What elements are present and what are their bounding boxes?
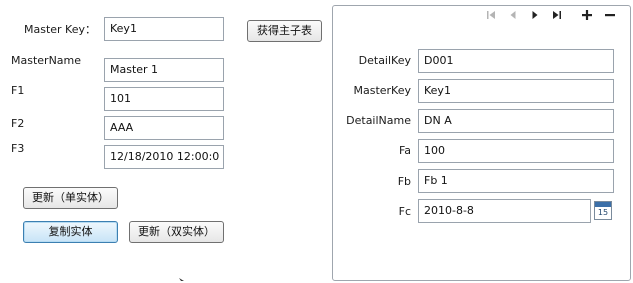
fc-label: Fc <box>398 205 411 218</box>
next-page-icon[interactable] <box>528 8 542 22</box>
update-single-entity-button[interactable]: 更新（单实体） <box>23 187 118 209</box>
fa-input[interactable]: 100 <box>418 139 614 163</box>
fc-date-input[interactable]: 2010-8-8 <box>418 199 591 223</box>
f2-label: F2 <box>11 117 25 130</box>
detail-name-input[interactable]: DN A <box>418 109 614 133</box>
copy-entity-button[interactable]: 复制实体 <box>23 221 118 243</box>
detail-key-label: DetailKey <box>358 54 411 67</box>
previous-page-icon[interactable] <box>506 8 520 22</box>
get-master-detail-button[interactable]: 获得主子表 <box>247 20 322 42</box>
f1-label: F1 <box>11 84 25 97</box>
f1-input[interactable]: 101 <box>104 87 224 111</box>
f3-input[interactable]: 12/18/2010 12:00:0 <box>104 145 224 169</box>
mouse-cursor-icon <box>179 278 184 281</box>
calendar-icon[interactable]: 15 <box>594 201 612 220</box>
detail-key-input[interactable]: D001 <box>418 49 614 73</box>
minus-icon[interactable] <box>603 8 617 22</box>
master-key-detail-label: MasterKey <box>353 84 411 97</box>
master-key-detail-input[interactable]: Key1 <box>418 79 614 103</box>
fb-label: Fb <box>397 175 411 188</box>
fb-input[interactable]: Fb 1 <box>418 169 614 193</box>
update-double-entity-button[interactable]: 更新（双实体） <box>129 221 224 243</box>
f2-input[interactable]: AAA <box>104 116 224 140</box>
master-key-input[interactable]: Key1 <box>104 17 224 41</box>
first-page-icon[interactable] <box>484 8 498 22</box>
master-name-input[interactable]: Master 1 <box>104 58 224 82</box>
f3-label: F3 <box>11 142 25 155</box>
master-key-label: Master Key： <box>24 23 97 36</box>
fa-label: Fa <box>398 144 411 157</box>
master-name-label: MasterName <box>11 54 82 67</box>
last-page-icon[interactable] <box>550 8 564 22</box>
calendar-day-number: 15 <box>597 208 609 217</box>
plus-icon[interactable] <box>580 8 594 22</box>
detail-name-label: DetailName <box>346 114 411 127</box>
